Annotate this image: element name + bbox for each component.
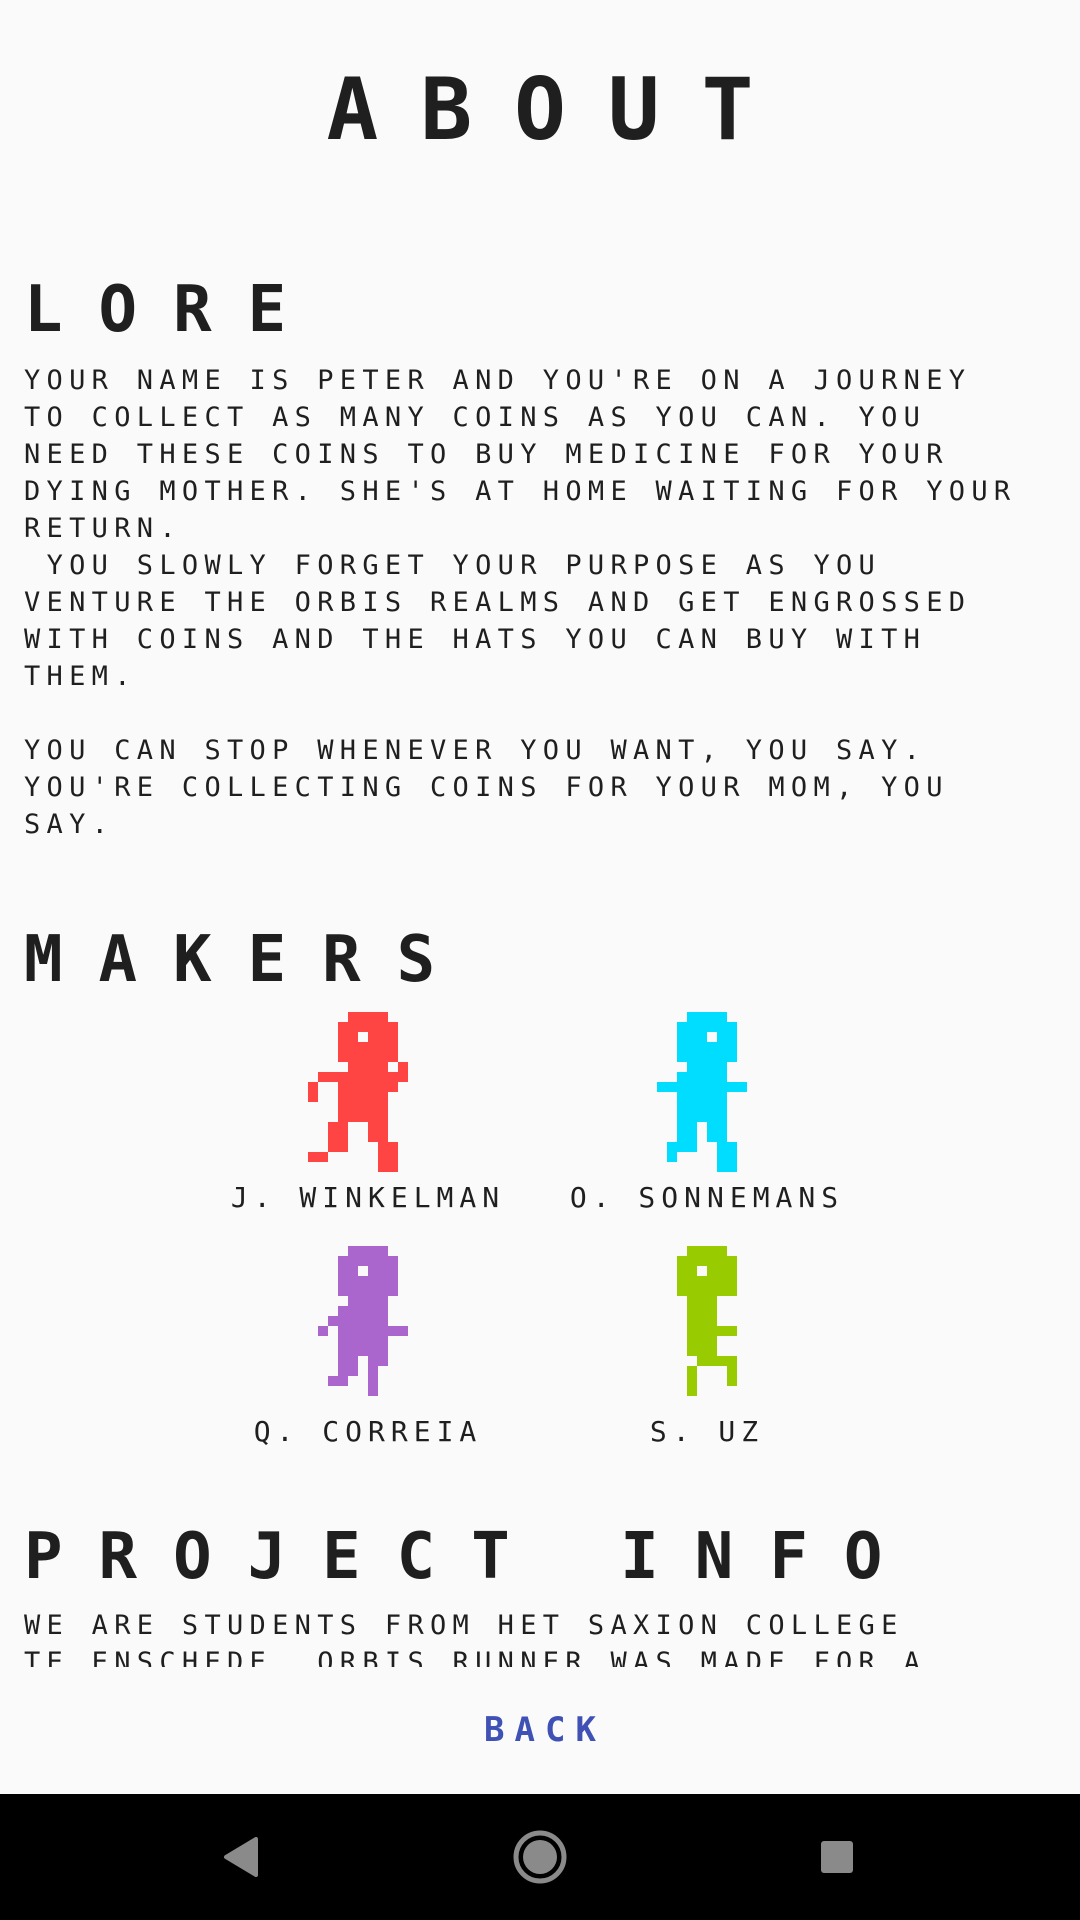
- maker-card: O. SONNEMANS: [517, 1012, 897, 1216]
- maker-name: S. UZ: [649, 1415, 765, 1448]
- circle-home-icon: [513, 1830, 567, 1884]
- nav-recents-button[interactable]: [777, 1794, 897, 1920]
- lore-heading: LORE: [24, 273, 323, 347]
- nav-home-button[interactable]: [480, 1794, 600, 1920]
- makers-heading: MAKERS: [24, 923, 472, 997]
- maker-card: S. UZ: [517, 1246, 897, 1450]
- maker-name: J. WINKELMAN: [230, 1181, 506, 1214]
- scroll-area[interactable]: WE ARE STUDENTS FROM HET SAXION COLLEGE …: [24, 1607, 1064, 1667]
- red-runner-sprite-icon: [308, 1012, 408, 1172]
- maker-card: Q. CORREIA: [178, 1246, 558, 1450]
- nav-back-button[interactable]: [180, 1794, 300, 1920]
- green-runner-sprite-icon: [677, 1246, 737, 1396]
- lore-text: YOUR NAME IS PETER AND YOU'RE ON A JOURN…: [24, 365, 1017, 840]
- project-info-text: WE ARE STUDENTS FROM HET SAXION COLLEGE …: [24, 1610, 927, 1667]
- triangle-back-icon: [224, 1837, 258, 1877]
- maker-name: O. SONNEMANS: [569, 1181, 845, 1214]
- project-info-heading: PROJECT INFO: [24, 1520, 919, 1594]
- maker-name: Q. CORREIA: [253, 1415, 483, 1448]
- maker-card: J. WINKELMAN: [178, 1012, 558, 1216]
- page-title: ABOUT: [326, 60, 796, 160]
- cyan-runner-sprite-icon: [657, 1012, 747, 1172]
- purple-runner-sprite-icon: [318, 1246, 408, 1396]
- system-navigation-bar: [0, 1794, 1080, 1920]
- back-button[interactable]: BACK: [0, 1705, 1080, 1755]
- square-recents-icon: [821, 1841, 853, 1873]
